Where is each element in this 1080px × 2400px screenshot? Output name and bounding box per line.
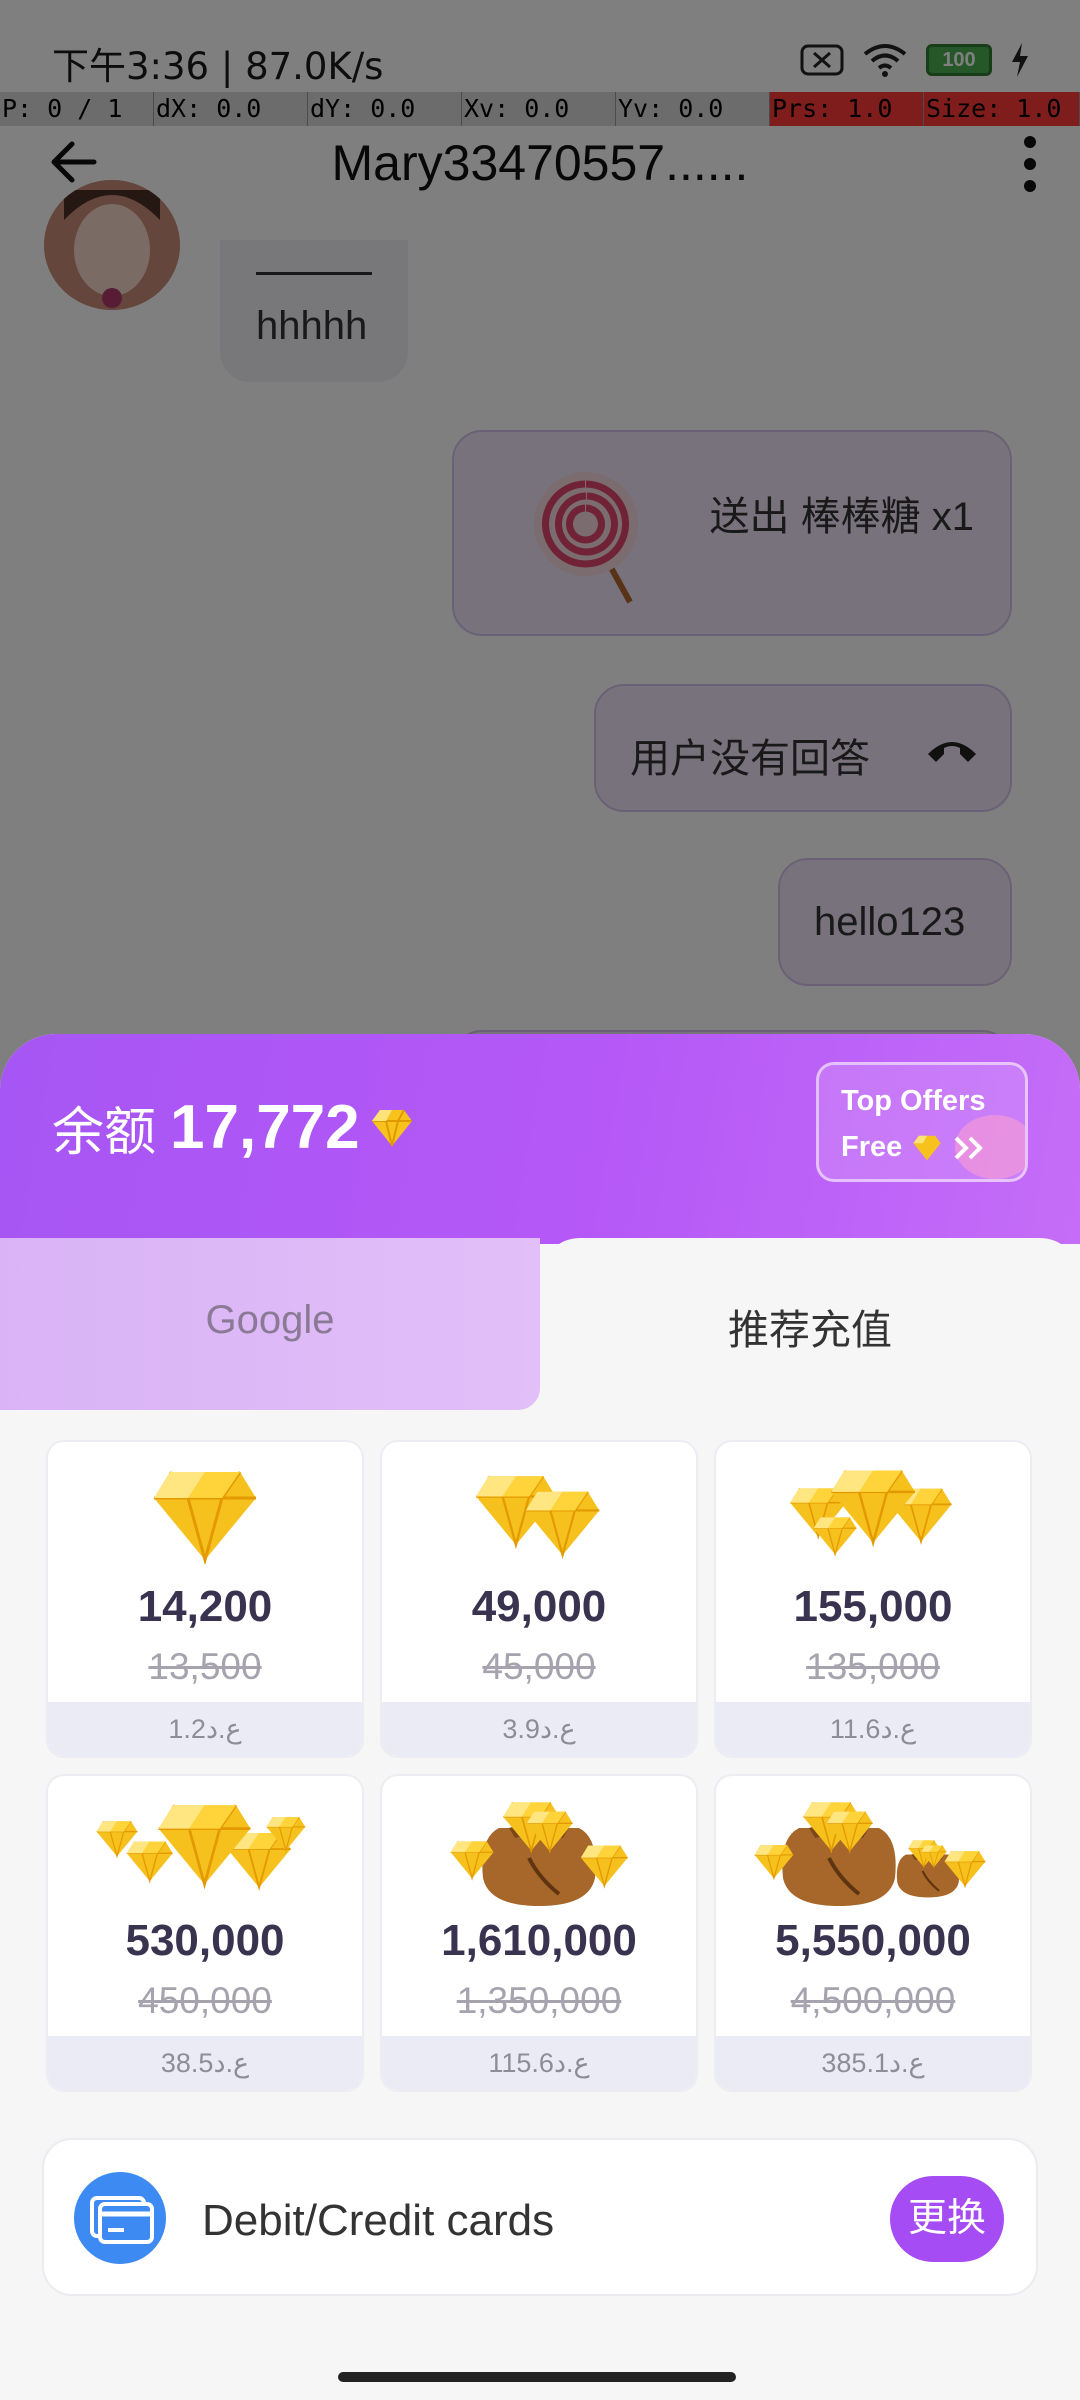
package-amount: 14,200 <box>137 1582 273 1631</box>
package-price: 385.1ع.د <box>716 2036 1030 2090</box>
balance-label: 余额 <box>52 1104 157 1162</box>
package-original-amount: 4,500,000 <box>790 1980 956 2021</box>
tab-google-label: Google <box>205 1298 335 1342</box>
diamond-single-icon <box>152 1470 258 1562</box>
diamond-pair-icon <box>474 1475 601 1557</box>
balance-amount: 17,772 <box>170 1093 360 1162</box>
package-amount: 1,610,000 <box>441 1916 637 1965</box>
package-price: 11.6ع.د <box>716 1702 1030 1756</box>
payment-method-label: Debit/Credit cards <box>202 2196 555 2245</box>
tab-google[interactable]: Google <box>0 1238 540 1410</box>
top-offers-button[interactable]: Top Offers Free <box>816 1062 1028 1182</box>
package-amount: 530,000 <box>125 1916 285 1965</box>
home-indicator[interactable] <box>338 2372 736 2382</box>
package-original-amount: 1,350,000 <box>456 1980 622 2021</box>
package-card[interactable]: 1,610,000 1,350,000 115.6ع.د <box>380 1774 698 2092</box>
tab-recommended-label: 推荐充值 <box>728 1307 892 1353</box>
package-card[interactable]: 14,200 13,500 1.2ع.د <box>46 1440 364 1758</box>
diamond-icon <box>371 1109 412 1146</box>
diamond-heap-icon <box>95 1803 306 1889</box>
package-card[interactable]: 49,000 45,000 3.9ع.د <box>380 1440 698 1758</box>
package-card[interactable]: 5,550,000 4,500,000 385.1ع.د <box>714 1774 1032 2092</box>
package-original-amount: 135,000 <box>806 1646 940 1687</box>
package-card[interactable]: 155,000 135,000 11.6ع.د <box>714 1440 1032 1758</box>
double-chevron-right-icon <box>954 1136 984 1159</box>
credit-card-icon <box>74 2172 166 2264</box>
diamond-bag-icon <box>450 1798 629 1908</box>
payment-method-row[interactable]: Debit/Credit cards 更换 <box>42 2138 1038 2296</box>
recharge-sheet: 余额 17,772 Top Offers Free Google 推荐充值 14… <box>0 1034 1080 2400</box>
diamond-bags-icon <box>753 1798 987 1908</box>
diamond-icon <box>913 1135 941 1160</box>
package-price: 1.2ع.د <box>48 1702 362 1756</box>
package-original-amount: 13,500 <box>148 1646 262 1687</box>
package-price: 38.5ع.د <box>48 2036 362 2090</box>
package-amount: 49,000 <box>471 1582 607 1631</box>
change-payment-button[interactable]: 更换 <box>890 2176 1004 2262</box>
package-original-amount: 450,000 <box>138 1980 272 2021</box>
package-amount: 155,000 <box>793 1582 953 1631</box>
balance: 余额 17,772 <box>52 1090 414 1165</box>
package-original-amount: 45,000 <box>482 1646 596 1687</box>
tab-recommended-recharge[interactable]: 推荐充值 <box>540 1238 1080 1410</box>
diamond-pile-icon <box>789 1469 953 1555</box>
package-card[interactable]: 530,000 450,000 38.5ع.د <box>46 1774 364 2092</box>
top-offers-title: Top Offers <box>841 1085 986 1117</box>
package-price: 115.6ع.د <box>382 2036 696 2090</box>
package-price: 3.9ع.د <box>382 1702 696 1756</box>
package-amount: 5,550,000 <box>775 1916 971 1965</box>
sheet-header: 余额 17,772 Top Offers Free <box>0 1034 1080 1244</box>
top-offers-subtitle: Free <box>841 1131 903 1163</box>
